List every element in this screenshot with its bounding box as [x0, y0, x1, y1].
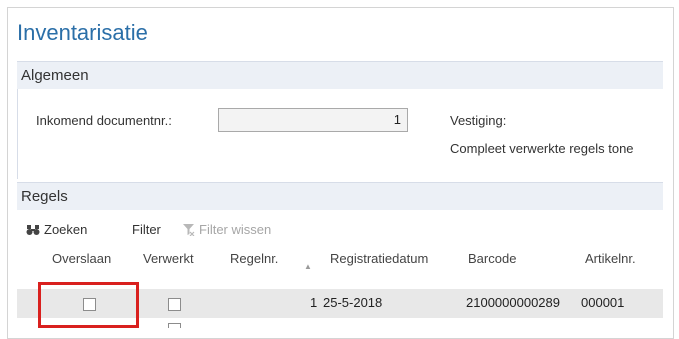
filter-clear-icon: [183, 224, 195, 236]
highlight-box: [38, 282, 139, 328]
lines-toolbar: Zoeken Filter Filter wissen: [17, 218, 663, 242]
col-header-item-no[interactable]: Artikelnr.: [585, 246, 636, 272]
next-row-checkbox[interactable]: [168, 323, 181, 328]
search-button-label: Zoeken: [44, 222, 88, 237]
col-header-barcode[interactable]: Barcode: [468, 246, 516, 272]
branch-label: Vestiging:: [450, 113, 507, 128]
search-button[interactable]: Zoeken: [26, 222, 87, 237]
group-header-lines-label: Regels: [21, 188, 68, 205]
filter-button[interactable]: Filter: [132, 222, 161, 237]
cell-line-no: 1: [310, 295, 318, 310]
processed-checkbox[interactable]: [168, 298, 181, 311]
group-header-general[interactable]: Algemeen: [17, 61, 663, 89]
clear-filter-button-label: Filter wissen: [199, 222, 272, 237]
group-header-lines[interactable]: Regels: [17, 182, 663, 210]
cell-item-no: 000001: [581, 295, 625, 310]
incoming-doc-input[interactable]: 1: [218, 108, 408, 132]
sort-ascending-icon: ▲: [304, 262, 312, 271]
filter-button-label: Filter: [132, 222, 161, 237]
cell-reg-date: 25-5-2018: [323, 295, 383, 310]
col-header-reg-date[interactable]: Registratiedatum: [330, 246, 428, 272]
col-header-skip[interactable]: Overslaan: [52, 246, 111, 272]
cell-barcode: 2100000000289: [466, 295, 560, 310]
incoming-doc-label: Inkomend documentnr.:: [36, 113, 172, 128]
binoculars-icon: [26, 224, 40, 235]
page-title: Inventarisatie: [17, 20, 148, 45]
col-header-line-no[interactable]: Regelnr.: [230, 246, 278, 272]
show-completed-label: Compleet verwerkte regels tone: [450, 141, 634, 156]
clear-filter-button[interactable]: Filter wissen: [182, 222, 271, 237]
col-header-processed[interactable]: Verwerkt: [143, 246, 194, 272]
group-header-general-label: Algemeen: [21, 67, 89, 84]
group-body-general: [17, 89, 663, 179]
